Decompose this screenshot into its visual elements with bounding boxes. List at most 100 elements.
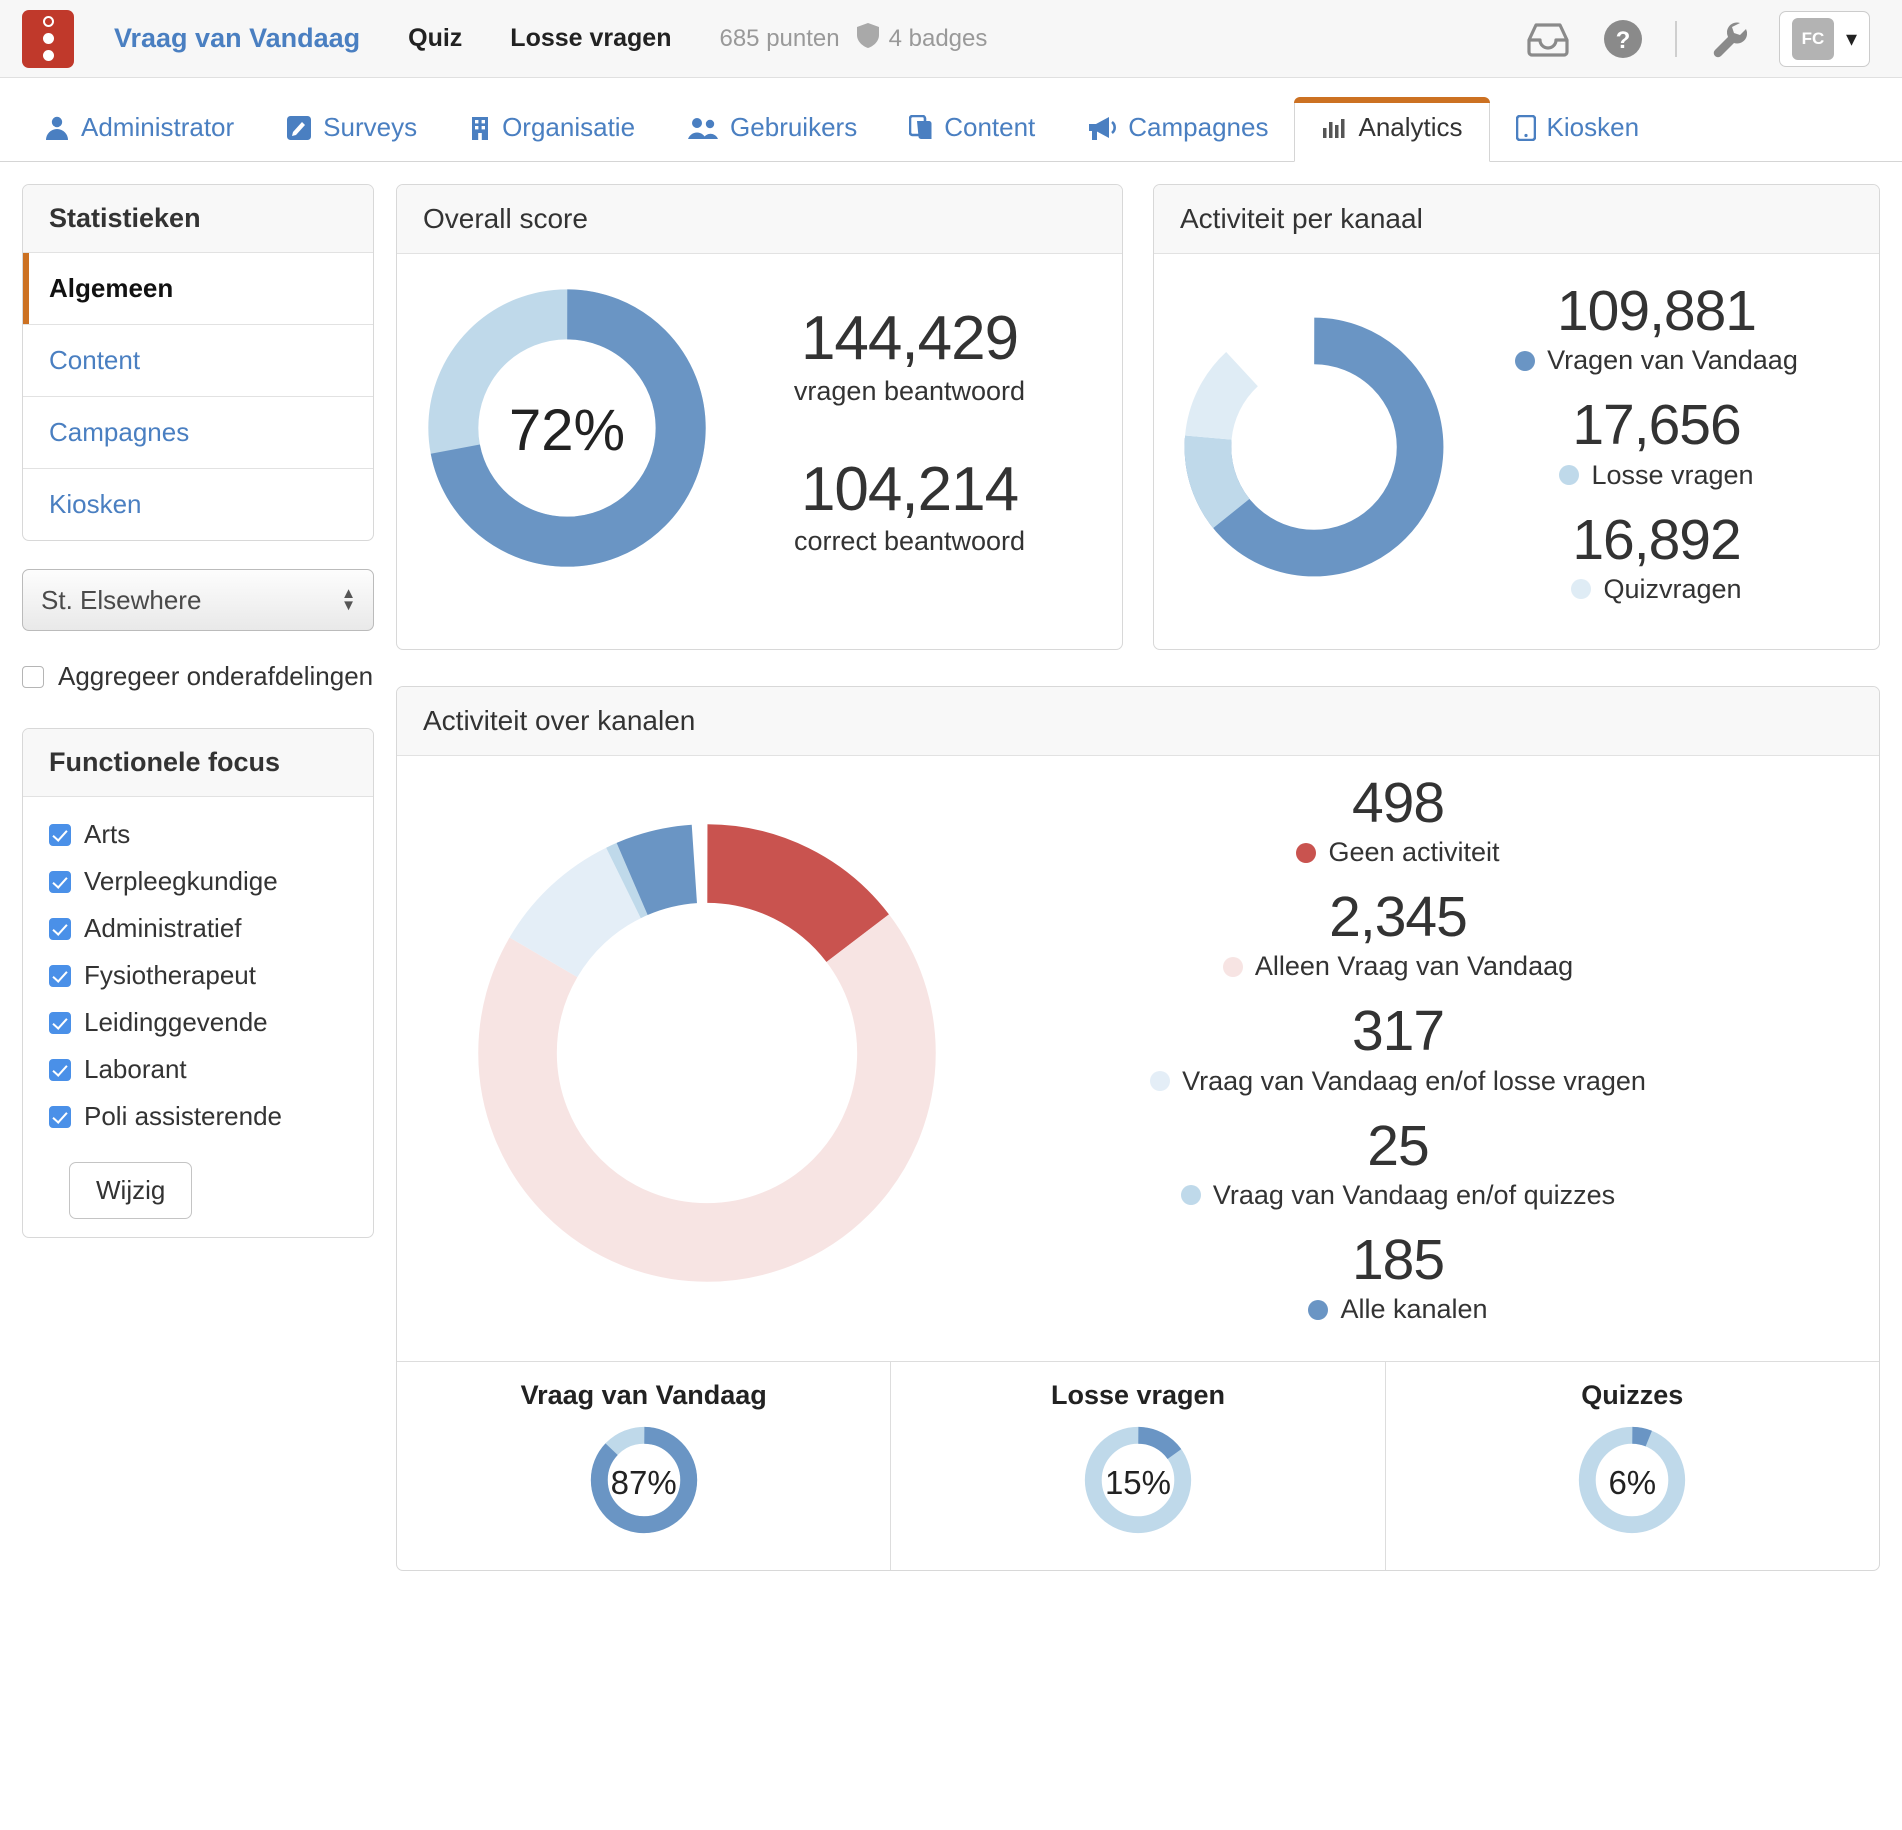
chevron-down-icon: ▾: [1845, 25, 1857, 51]
legend-label: Quizvragen: [1603, 573, 1742, 604]
tab-analytics[interactable]: Analytics: [1294, 97, 1490, 162]
legend-dot-icon: [1150, 1071, 1171, 1091]
overall-score-card: Overall score 72% 144,429 vragen beantwo…: [396, 184, 1123, 650]
mini-percent: 87%: [610, 1463, 677, 1501]
inbox-icon[interactable]: [1525, 20, 1571, 58]
focus-checkbox[interactable]: [49, 917, 71, 940]
mobile-icon: [1515, 114, 1536, 141]
focus-checkbox[interactable]: [49, 1105, 71, 1128]
activiteit-per-kanaal-title: Activiteit per kanaal: [1154, 185, 1879, 254]
legend-item: Vraag van Vandaag en/of quizzes: [957, 1180, 1839, 1211]
legend-dot-icon: [1559, 465, 1580, 485]
points-label: 685 punten: [719, 24, 840, 52]
help-icon[interactable]: ?: [1601, 17, 1645, 61]
activiteit-over-kanalen-legend: 498 Geen activiteit 2,345 Alleen Vraag v…: [957, 770, 1879, 1341]
mini-percent: 15%: [1104, 1463, 1172, 1501]
stat-value: 104,214: [800, 454, 1019, 524]
legend-label: Vraag van Vandaag en/of losse vragen: [1182, 1065, 1646, 1096]
app-logo-icon[interactable]: [22, 9, 74, 68]
mini-title: Quizzes: [1581, 1380, 1684, 1410]
stat-label: correct beantwoord: [793, 525, 1026, 556]
legend-value: 109,881: [1556, 279, 1757, 343]
tab-label: Analytics: [1358, 112, 1463, 142]
sidebar-item-algemeen[interactable]: Algemeen: [23, 253, 373, 325]
topnav-quiz[interactable]: Quiz: [408, 24, 462, 53]
main-tab-bar: Administrator Surveys Organisatie Gebrui…: [0, 78, 1902, 162]
aggregate-label: Aggregeer onderafdelingen: [58, 661, 374, 691]
brand-link[interactable]: Vraag van Vandaag: [114, 23, 360, 54]
tab-campagnes[interactable]: Campagnes: [1061, 100, 1294, 161]
focus-item-arts[interactable]: Arts: [49, 819, 347, 850]
legend-dot-icon: [1515, 350, 1536, 371]
tab-label: Surveys: [323, 112, 418, 142]
focus-item-verpleegkundige[interactable]: Verpleegkundige: [49, 866, 347, 897]
mini-donut: 6%: [1573, 1421, 1691, 1544]
legend-value: 317: [1351, 999, 1445, 1064]
shield-icon: [856, 22, 880, 56]
badges-label: 4 badges: [856, 22, 988, 56]
tab-organisatie[interactable]: Organisatie: [443, 100, 661, 161]
legend-value: 25: [1367, 1113, 1429, 1178]
overall-score-percent: 72%: [508, 398, 626, 463]
legend-value: 185: [1351, 1227, 1445, 1292]
focus-list: Arts Verpleegkundige Administratief Fysi…: [23, 797, 373, 1237]
legend-label: Alleen Vraag van Vandaag: [1254, 951, 1574, 982]
building-icon: [472, 116, 489, 140]
focus-checkbox[interactable]: [49, 870, 71, 893]
focus-checkbox[interactable]: [49, 823, 71, 846]
activiteit-per-kanaal-body: 109,881 Vragen van Vandaag 17,656 Losse …: [1154, 254, 1879, 649]
users-icon: [688, 117, 719, 139]
legend-dot-icon: [1222, 956, 1243, 977]
legend-item: Alle kanalen: [957, 1294, 1839, 1325]
avatar: FC: [1791, 17, 1834, 60]
sidebar-title: Statistieken: [23, 185, 373, 253]
pencil-square-icon: [287, 115, 312, 140]
focus-item-leidinggevende[interactable]: Leidinggevende: [49, 1007, 347, 1038]
legend-item: Vragen van Vandaag: [1454, 345, 1859, 376]
legend-value: 16,892: [1572, 507, 1741, 572]
focus-item-administratief[interactable]: Administratief: [49, 913, 347, 944]
aggregate-checkbox-row[interactable]: Aggregeer onderafdelingen: [22, 661, 374, 692]
badges-text: 4 badges: [888, 24, 988, 52]
legend-dot-icon: [1571, 579, 1592, 600]
tab-gebruikers[interactable]: Gebruikers: [661, 100, 883, 161]
sidebar-item-kiosken[interactable]: Kiosken: [23, 469, 373, 540]
legend-item: Alleen Vraag van Vandaag: [957, 951, 1839, 982]
focus-label: Administratief: [84, 913, 242, 943]
department-select[interactable]: St. Elsewhere: [22, 569, 374, 631]
tab-kiosken[interactable]: Kiosken: [1490, 100, 1666, 161]
focus-checkbox[interactable]: [49, 1058, 71, 1081]
legend-dot-icon: [1180, 1185, 1201, 1206]
top-bar: Vraag van Vandaag Quiz Losse vragen 685 …: [0, 0, 1902, 78]
mini-cell-losse-vragen: Losse vragen 15%: [891, 1362, 1386, 1570]
aggregate-checkbox[interactable]: [22, 665, 44, 688]
focus-checkbox[interactable]: [49, 964, 71, 987]
tab-surveys[interactable]: Surveys: [260, 100, 443, 161]
tab-administrator[interactable]: Administrator: [18, 100, 260, 161]
focus-item-poli-assisterende[interactable]: Poli assisterende: [49, 1101, 347, 1132]
legend-label: Vragen van Vandaag: [1547, 345, 1798, 376]
activiteit-per-kanaal-donut: [1174, 307, 1454, 592]
focus-label: Poli assisterende: [84, 1101, 282, 1131]
wijzig-button[interactable]: Wijzig: [69, 1162, 193, 1219]
focus-checkbox[interactable]: [49, 1011, 71, 1034]
focus-item-fysiotherapeut[interactable]: Fysiotherapeut: [49, 960, 347, 991]
topnav-losse-vragen[interactable]: Losse vragen: [510, 24, 671, 53]
focus-label: Verpleegkundige: [84, 866, 278, 896]
tab-content[interactable]: Content: [883, 100, 1061, 161]
user-menu[interactable]: FC ▾: [1778, 10, 1870, 67]
wrench-icon[interactable]: [1707, 18, 1749, 60]
overall-score-stats: 144,429 vragen beantwoord 104,214 correc…: [717, 304, 1102, 557]
legend-value: 2,345: [1329, 885, 1468, 949]
legend-item: Quizvragen: [1454, 574, 1859, 605]
legend-label: Geen activiteit: [1328, 837, 1500, 867]
overall-score-title: Overall score: [397, 185, 1122, 254]
legend-dot-icon: [1308, 1299, 1329, 1320]
focus-label: Laborant: [84, 1054, 187, 1084]
focus-item-laborant[interactable]: Laborant: [49, 1054, 347, 1085]
main-content: Overall score 72% 144,429 vragen beantwo…: [396, 184, 1880, 1571]
legend-dot-icon: [1296, 842, 1317, 863]
sidebar-item-content[interactable]: Content: [23, 325, 373, 397]
bar-chart-icon: [1323, 118, 1345, 138]
sidebar-item-campagnes[interactable]: Campagnes: [23, 397, 373, 469]
